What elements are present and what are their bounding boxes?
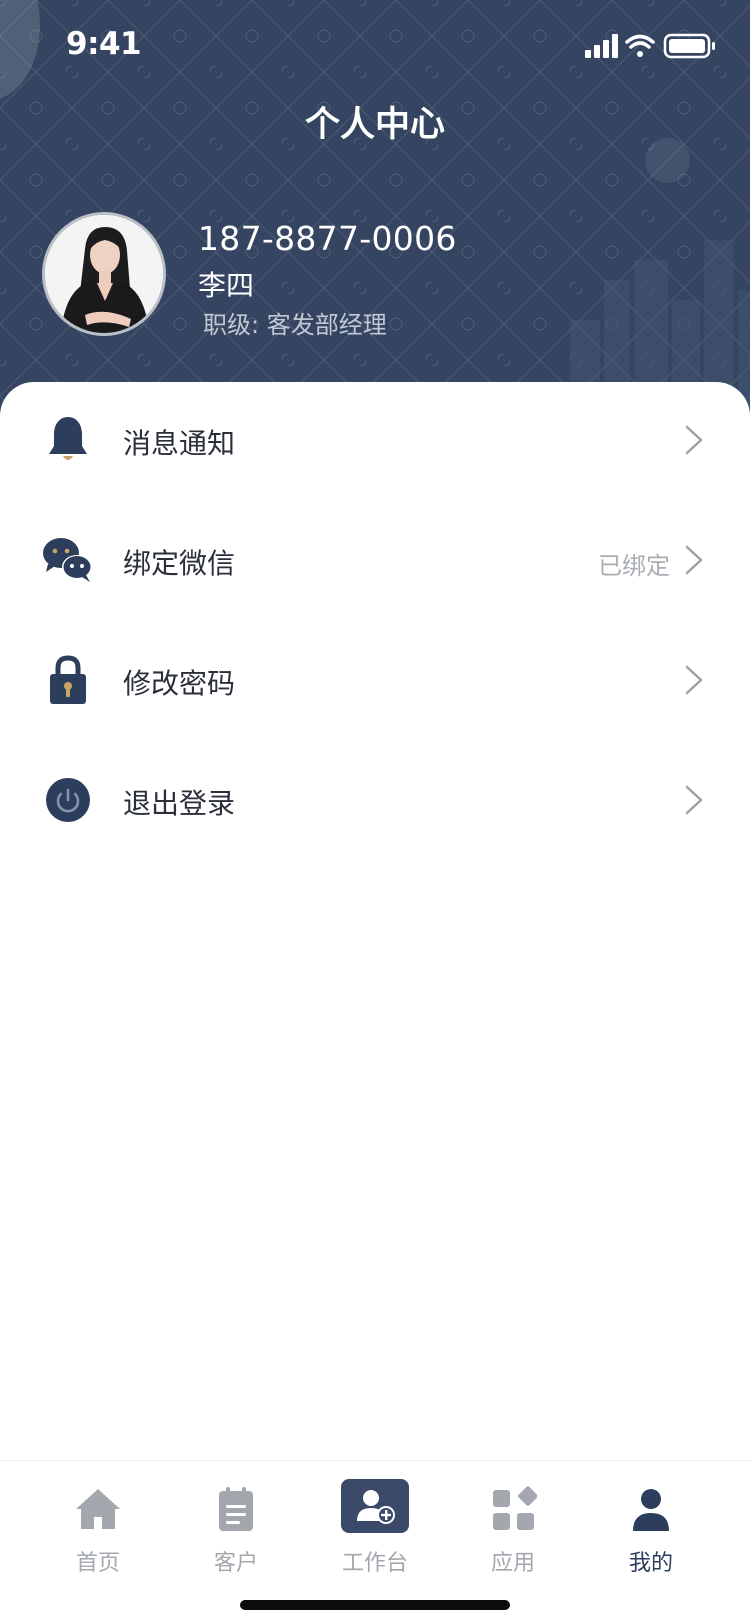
menu-item-label: 消息通知 (123, 427, 236, 460)
avatar[interactable] (42, 212, 166, 336)
menu-item-label: 绑定微信 (123, 547, 236, 580)
user-name: 李四 (198, 269, 255, 302)
wechat-bound-status: 已绑定 (598, 552, 670, 580)
menu-item-bind-wechat[interactable]: 绑定微信 已绑定 (0, 504, 750, 614)
lock-icon (50, 655, 86, 704)
tab-home[interactable]: 首页 (43, 1479, 153, 1579)
chevron-right-icon (685, 545, 703, 575)
menu-item-notifications[interactable]: 消息通知 (0, 384, 750, 494)
status-time: 9:41 (66, 26, 142, 62)
job-level-label: 职级: (203, 311, 260, 339)
clipboard-icon (219, 1487, 253, 1531)
person-icon (633, 1489, 669, 1531)
home-indicator[interactable] (240, 1600, 510, 1610)
tab-mine[interactable]: 我的 (596, 1479, 706, 1579)
apps-grid-icon (493, 1486, 537, 1530)
menu-item-logout[interactable]: 退出登录 (0, 744, 750, 854)
menu-item-change-password[interactable]: 修改密码 (0, 624, 750, 734)
bell-icon (49, 417, 87, 460)
avatar-portrait (45, 215, 163, 333)
chevron-right-icon (685, 665, 703, 695)
tab-apps[interactable]: 应用 (458, 1479, 568, 1579)
tab-workbench[interactable]: 工作台 (320, 1479, 430, 1579)
tab-label: 客户 (213, 1551, 258, 1576)
cellular-signal-icon (585, 34, 618, 58)
tab-label: 应用 (490, 1551, 535, 1576)
tab-label: 我的 (628, 1551, 673, 1576)
page-title: 个人中心 (304, 105, 445, 145)
menu-item-label: 退出登录 (123, 787, 236, 820)
tab-label: 首页 (75, 1551, 120, 1576)
user-phone: 187-8877-0006 (198, 219, 457, 258)
tab-customers[interactable]: 客户 (181, 1479, 291, 1579)
battery-icon (663, 33, 715, 59)
status-icons (585, 33, 715, 59)
home-icon (76, 1489, 120, 1529)
power-icon (46, 778, 90, 822)
job-level-value: 客发部经理 (266, 311, 387, 339)
chevron-right-icon (685, 425, 703, 455)
job-level: 职级: 客发部经理 (203, 305, 387, 340)
user-add-icon (357, 1490, 395, 1524)
profile-header: 9:41 个人中心 187-8877-0006 李四 职级: 客发部经理 (0, 0, 750, 420)
tab-label: 工作台 (341, 1551, 408, 1576)
workbench-button (341, 1479, 409, 1533)
chevron-right-icon (685, 785, 703, 815)
status-bar: 9:41 (0, 0, 750, 90)
menu-card: 消息通知 绑定微信 已绑定 修改密码 退出登录 (0, 382, 750, 1462)
menu-item-label: 修改密码 (123, 667, 236, 700)
wifi-icon (625, 34, 655, 57)
wechat-icon (43, 538, 92, 582)
